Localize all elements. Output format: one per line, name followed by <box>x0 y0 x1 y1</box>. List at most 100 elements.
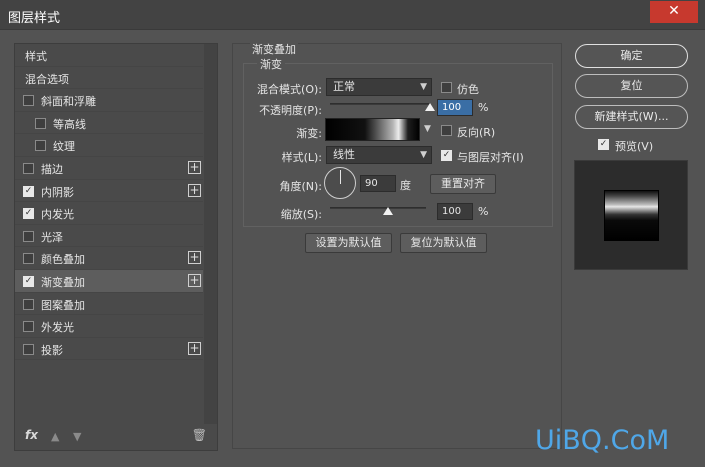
style-list-label: 等高线 <box>53 117 86 131</box>
opacity-slider[interactable] <box>330 103 430 105</box>
opacity-unit: % <box>478 101 489 114</box>
gradient-swatch[interactable] <box>325 118 420 141</box>
make-default-button[interactable]: 设置为默认值 <box>305 233 392 253</box>
opacity-slider-handle[interactable] <box>425 103 435 111</box>
scale-input[interactable]: 100 <box>437 203 473 220</box>
window-title: 图层样式 <box>8 11 61 26</box>
style-checkbox[interactable]: ✓ <box>23 185 34 197</box>
blend-mode-label: 混合模式(O): <box>257 83 322 96</box>
close-icon: ✕ <box>668 3 680 19</box>
style-list-label: 内发光 <box>41 208 74 222</box>
style-list-label: 光泽 <box>41 230 63 244</box>
style-list-item[interactable]: 投影 + <box>15 338 203 361</box>
preview-swatch <box>604 190 659 241</box>
opacity-label: 不透明度(P): <box>259 104 322 117</box>
style-checkbox[interactable] <box>23 230 34 242</box>
watermark-text: UiBQ.CoM <box>535 425 670 456</box>
section-title: 渐变叠加 <box>250 41 298 57</box>
style-checkbox[interactable] <box>23 95 34 107</box>
group-title: 渐变 <box>257 56 285 72</box>
style-select[interactable]: 线性 ▼ <box>326 146 432 164</box>
style-list-label: 颜色叠加 <box>41 253 85 267</box>
styles-list-scrollbar[interactable] <box>204 44 217 424</box>
angle-needle <box>340 170 341 184</box>
style-checkbox[interactable] <box>35 117 46 129</box>
add-effect-icon[interactable]: + <box>188 251 201 265</box>
reset-button[interactable]: 复位 <box>575 74 688 98</box>
angle-dial[interactable] <box>324 167 356 199</box>
add-effect-icon[interactable]: + <box>188 183 201 197</box>
style-list-label: 图案叠加 <box>41 298 85 312</box>
style-checkbox[interactable] <box>23 298 34 310</box>
style-list-item[interactable]: 等高线 <box>15 112 203 135</box>
styles-panel: 样式混合选项斜面和浮雕等高线纹理描边 + ✓ 内阴影 + ✓ 内发光光泽颜色叠加 + ✓ 渐变叠加… <box>14 43 218 451</box>
style-list-item[interactable]: ✓ 内阴影 + <box>15 180 203 203</box>
blend-mode-value: 正常 <box>333 80 355 93</box>
title-bar: 图层样式 ✕ <box>0 0 705 30</box>
style-checkbox[interactable]: ✓ <box>23 275 34 287</box>
style-list-item[interactable]: 颜色叠加 + <box>15 247 203 270</box>
style-checkbox[interactable] <box>23 162 34 174</box>
style-list-label: 混合选项 <box>25 72 69 86</box>
style-list-label: 内阴影 <box>41 185 74 199</box>
style-checkbox[interactable] <box>23 343 34 355</box>
reset-default-button[interactable]: 复位为默认值 <box>400 233 487 253</box>
dither-checkbox[interactable] <box>441 82 452 93</box>
style-list-item[interactable]: 描边 + <box>15 157 203 180</box>
style-list-label: 外发光 <box>41 321 74 335</box>
style-list-item[interactable]: 外发光 <box>15 315 203 338</box>
style-list-item[interactable]: 图案叠加 <box>15 293 203 316</box>
style-list-item[interactable]: 光泽 <box>15 225 203 248</box>
angle-label: 角度(N): <box>279 180 322 193</box>
trash-icon[interactable]: 🗑 <box>192 428 207 442</box>
style-list-item[interactable]: ✓ 渐变叠加 + <box>15 269 203 293</box>
style-label: 样式(L): <box>281 151 322 164</box>
reverse-label: 反向(R) <box>457 126 496 139</box>
reset-alignment-button[interactable]: 重置对齐 <box>430 174 496 194</box>
new-style-button[interactable]: 新建样式(W)... <box>575 105 688 129</box>
fx-menu-button[interactable]: fx <box>25 428 38 442</box>
scale-slider-handle[interactable] <box>382 207 393 215</box>
style-list-item[interactable]: 纹理 <box>15 134 203 157</box>
blend-mode-select[interactable]: 正常 ▼ <box>326 78 432 96</box>
dither-label: 仿色 <box>457 83 479 96</box>
add-effect-icon[interactable]: + <box>188 341 201 355</box>
style-list-item[interactable]: 混合选项 <box>15 67 203 90</box>
style-checkbox[interactable]: ✓ <box>23 208 34 220</box>
reverse-checkbox[interactable] <box>441 125 452 136</box>
gradient-dropdown-icon[interactable]: ▼ <box>424 124 431 134</box>
style-list-item[interactable]: 斜面和浮雕 <box>15 89 203 112</box>
move-up-icon[interactable]: ▲ <box>51 430 59 443</box>
ok-button[interactable]: 确定 <box>575 44 688 68</box>
preview-checkbox[interactable]: ✓ <box>598 139 609 150</box>
angle-input[interactable]: 90 <box>360 175 396 192</box>
preview-label: 预览(V) <box>615 140 654 153</box>
chevron-down-icon: ▼ <box>420 82 427 92</box>
align-with-layer-label: 与图层对齐(I) <box>457 151 524 164</box>
style-list-label: 渐变叠加 <box>41 275 85 289</box>
styles-list: 样式混合选项斜面和浮雕等高线纹理描边 + ✓ 内阴影 + ✓ 内发光光泽颜色叠加 + ✓ 渐变叠加… <box>15 44 203 361</box>
style-checkbox[interactable] <box>23 253 34 265</box>
style-checkbox[interactable] <box>23 321 34 333</box>
preview-thumbnail <box>574 160 688 270</box>
chevron-down-icon: ▼ <box>420 150 427 160</box>
align-with-layer-checkbox[interactable]: ✓ <box>441 150 452 161</box>
add-effect-icon[interactable]: + <box>188 160 201 174</box>
style-list-label: 样式 <box>25 50 47 63</box>
add-effect-icon[interactable]: + <box>188 273 201 287</box>
close-button[interactable]: ✕ <box>650 1 698 23</box>
scale-slider[interactable] <box>330 207 426 209</box>
style-value: 线性 <box>333 148 355 161</box>
style-checkbox[interactable] <box>35 140 46 152</box>
opacity-input[interactable]: 100 <box>437 99 473 116</box>
style-list-item[interactable]: ✓ 内发光 <box>15 202 203 225</box>
angle-unit: 度 <box>400 179 411 192</box>
style-list-item[interactable]: 样式 <box>15 44 203 67</box>
scale-unit: % <box>478 205 489 218</box>
style-list-label: 斜面和浮雕 <box>41 95 96 109</box>
style-list-label: 投影 <box>41 343 63 357</box>
gradient-label: 渐变: <box>296 127 322 140</box>
style-list-label: 纹理 <box>53 140 75 154</box>
styles-footer: fx ▲ ▼ 🗑 <box>15 424 217 450</box>
move-down-icon[interactable]: ▼ <box>73 430 81 443</box>
